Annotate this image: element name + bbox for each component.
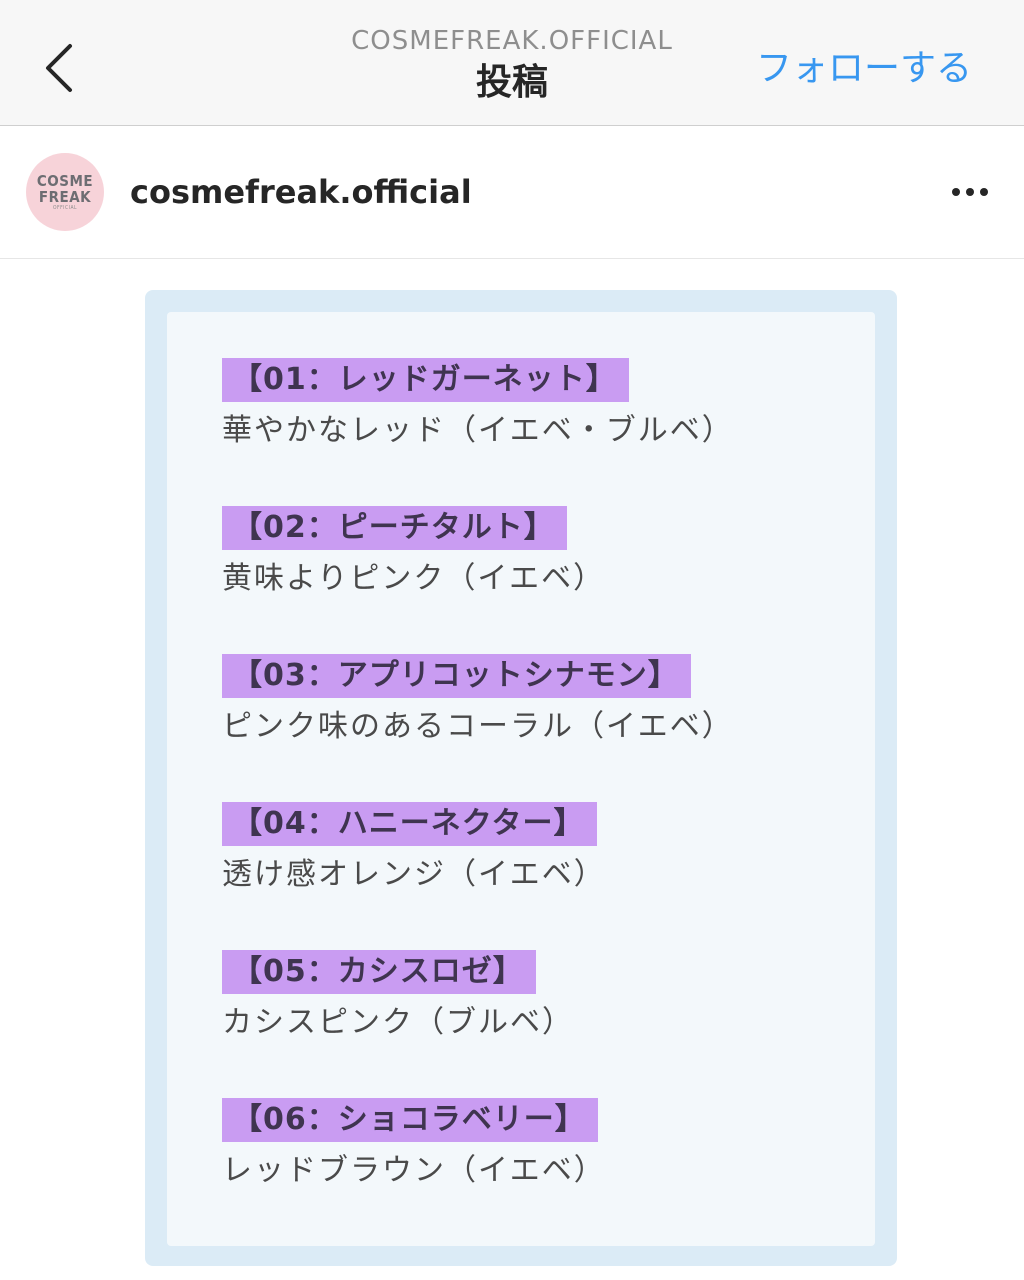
avatar-text-line2: FREAK [38, 188, 92, 206]
avatar-text-small: OFFICIAL [52, 205, 78, 211]
shade-description: 透け感オレンジ（イエベ） [222, 857, 606, 892]
shade-description: 黄味よりピンク（イエベ） [222, 561, 606, 596]
nav-title-group: COSMEFREAK.OFFICIAL 投稿 [262, 24, 762, 106]
post-header: COSME FREAK OFFICIAL cosmefreak.official [0, 127, 1024, 259]
shade-description: レッドブラウン（イエベ） [222, 1153, 606, 1188]
avatar-text-line1: COSME [36, 172, 94, 190]
shade-title: 【06：ショコラベリー】 [222, 1098, 598, 1142]
username-link[interactable]: cosmefreak.official [130, 171, 472, 213]
page-title: 投稿 [475, 62, 548, 103]
shade-description: ピンク味のあるコーラル（イエベ） [222, 709, 734, 744]
navigation-bar: COSMEFREAK.OFFICIAL 投稿 フォローする [0, 0, 1024, 126]
shade-title: 【02：ピーチタルト】 [222, 506, 567, 550]
more-options-button[interactable] [950, 175, 990, 209]
shade-description: 華やかなレッド（イエベ・ブルベ） [222, 413, 734, 448]
shade-entry: 【05：カシスロゼ】 カシスピンク（ブルベ） [222, 950, 574, 1042]
shade-list-card: 【01：レッドガーネット】 華やかなレッド（イエベ・ブルベ） 【02：ピーチタル… [145, 290, 897, 1266]
shade-entry: 【02：ピーチタルト】 黄味よりピンク（イエベ） [222, 506, 605, 598]
avatar[interactable]: COSME FREAK OFFICIAL [26, 153, 104, 231]
account-caption: COSMEFREAK.OFFICIAL [351, 26, 673, 56]
shade-description: カシスピンク（ブルベ） [222, 1005, 574, 1040]
follow-button[interactable]: フォローする [756, 46, 972, 92]
shade-title: 【04：ハニーネクター】 [222, 802, 597, 846]
shade-title: 【05：カシスロゼ】 [222, 950, 536, 994]
shade-entry: 【04：ハニーネクター】 透け感オレンジ（イエベ） [222, 802, 606, 894]
chevron-left-icon [46, 44, 72, 92]
shade-entry: 【01：レッドガーネット】 華やかなレッド（イエベ・ブルベ） [222, 358, 734, 450]
shade-entry: 【03：アプリコットシナモン】 ピンク味のあるコーラル（イエベ） [222, 654, 734, 746]
shade-title: 【01：レッドガーネット】 [222, 358, 629, 402]
post-image[interactable]: 【01：レッドガーネット】 華やかなレッド（イエベ・ブルベ） 【02：ピーチタル… [0, 260, 1024, 1280]
back-button[interactable] [34, 38, 90, 94]
shade-entry: 【06：ショコラベリー】 レッドブラウン（イエベ） [222, 1098, 606, 1190]
more-horizontal-icon [952, 188, 988, 196]
shade-list-card-inner: 【01：レッドガーネット】 華やかなレッド（イエベ・ブルベ） 【02：ピーチタル… [167, 312, 875, 1246]
shade-title: 【03：アプリコットシナモン】 [222, 654, 691, 698]
